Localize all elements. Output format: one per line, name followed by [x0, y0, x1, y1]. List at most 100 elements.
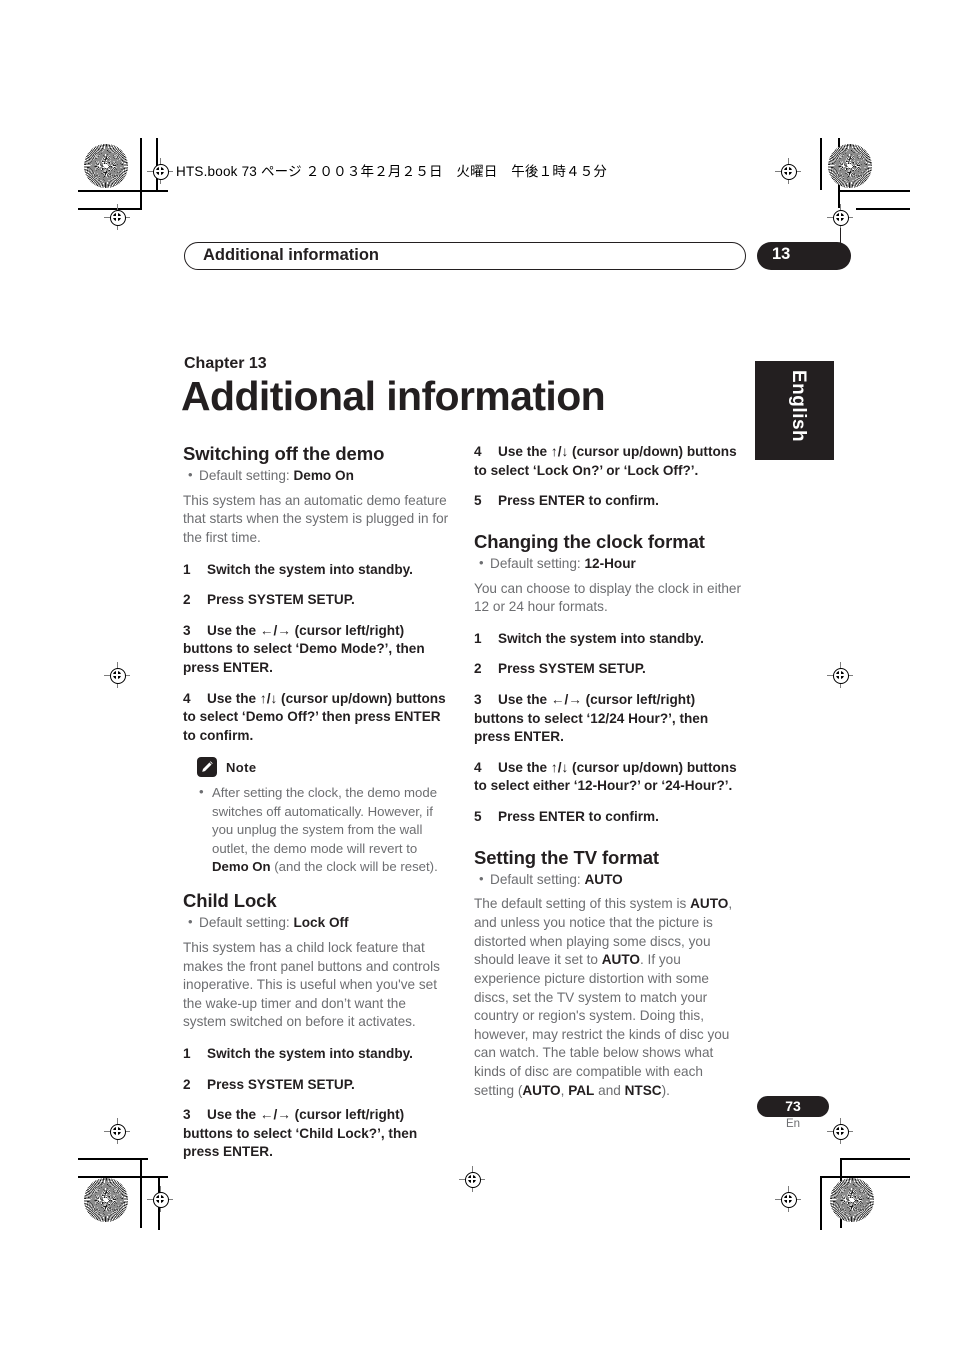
registration-mark-bottom-center: [459, 1166, 485, 1192]
note-header: Note: [197, 757, 451, 778]
default-setting-demo: Default setting: Demo On: [183, 466, 451, 485]
page-title: Additional information: [181, 373, 606, 419]
step-number: 4: [474, 759, 482, 775]
pencil-icon: [197, 757, 217, 778]
note-label: Note: [226, 759, 257, 775]
step-item: 3 Use the ←/→ (cursor left/right) buttons…: [183, 1106, 451, 1162]
default-setting-value: Demo On: [293, 467, 354, 483]
chapter-number-value: 13: [772, 245, 791, 263]
step-item: 5 Press ENTER to confirm.: [474, 808, 742, 827]
step-number: 4: [474, 444, 482, 459]
step-item: 1 Switch the system into standby.: [474, 630, 742, 649]
default-setting-value: Lock Off: [293, 915, 349, 931]
cursor-up-down-arrow-icon: ↑/↓: [259, 690, 278, 706]
step-text-pre: Use the: [207, 1107, 260, 1123]
page-number-value: 73: [785, 1098, 801, 1114]
registration-starburst-bottom-right: [830, 1178, 874, 1222]
default-setting-label: Default setting:: [199, 915, 294, 931]
cursor-up-down-arrow-icon: ↑/↓: [550, 759, 569, 775]
section-heading-setting-the-tv-format: Setting the TV format: [474, 846, 659, 868]
tv-para-j: NTSC: [624, 1082, 662, 1098]
step-text-pre: Use the: [498, 692, 551, 708]
registration-starburst-bottom-left: [84, 1178, 128, 1222]
step-number: 1: [183, 561, 191, 577]
default-setting-label: Default setting:: [199, 467, 294, 483]
registration-mark-bottom-left: [147, 1186, 173, 1212]
step-item: 2 Press SYSTEM SETUP.: [474, 660, 742, 679]
section-intro-child-lock: This system has a child lock feature tha…: [183, 939, 440, 1030]
section-intro-clock-format: You can choose to display the clock in e…: [474, 580, 742, 615]
step-item: 2 Press SYSTEM SETUP.: [183, 1076, 451, 1095]
step-number: 3: [474, 692, 482, 708]
step-item: 5 Press ENTER to confirm.: [474, 492, 742, 511]
language-side-tab-label: English: [788, 370, 809, 443]
page-language-code: En: [785, 1118, 801, 1130]
chapter-number-badge: 13: [757, 242, 851, 270]
step-number: 5: [474, 809, 482, 825]
default-setting-clock-format: Default setting: 12-Hour: [474, 554, 742, 573]
registration-mark-top-left: [147, 158, 173, 184]
step-text: Press SYSTEM SETUP.: [498, 661, 646, 677]
section-intro-demo: This system has an automatic demo featur…: [183, 492, 449, 545]
section-intro-tv-format: The default setting of this system is AU…: [474, 895, 742, 1100]
step-item: 4 Use the ↑/↓ (cursor up/down) buttons to…: [474, 759, 742, 796]
chapter-badge-tick: [840, 228, 842, 262]
step-text: Press SYSTEM SETUP.: [207, 592, 355, 608]
step-text: Switch the system into standby.: [498, 630, 704, 646]
step-number: 1: [183, 1046, 191, 1061]
note-text: After setting the clock, the demo mode s…: [197, 783, 451, 876]
step-text: Press ENTER to confirm.: [498, 493, 659, 509]
left-column: Switching off the demo Default setting: …: [183, 443, 451, 1174]
step-text: Press SYSTEM SETUP.: [207, 1076, 355, 1092]
cursor-up-down-arrow-icon: ↑/↓: [550, 444, 569, 459]
step-item: 3 Use the ←/→ (cursor left/right) buttons…: [183, 622, 451, 678]
registration-mark-right-upper: [827, 204, 853, 230]
note-text-bold: Demo On: [212, 858, 271, 874]
default-setting-child-lock: Default setting: Lock Off: [183, 913, 451, 932]
step-number: 2: [183, 592, 191, 608]
step-text-pre: Use the: [207, 622, 260, 638]
chapter-label: Chapter 13: [184, 355, 267, 372]
note-box: Note After setting the clock, the demo m…: [183, 757, 451, 876]
step-number: 2: [183, 1076, 191, 1092]
default-setting-tv-format: Default setting: AUTO: [474, 870, 742, 889]
step-number: 3: [183, 622, 191, 638]
tv-para-f: AUTO: [522, 1082, 561, 1098]
step-text: Switch the system into standby.: [207, 561, 413, 577]
running-head-pill: Additional information: [184, 242, 746, 270]
step-text-pre: Use the: [498, 444, 551, 459]
step-item: 1 Switch the system into standby.: [183, 1045, 451, 1064]
step-number: 2: [474, 661, 482, 677]
section-heading-changing-the-clock-format: Changing the clock format: [474, 530, 705, 552]
step-item: 3 Use the ←/→ (cursor left/right) buttons…: [474, 691, 742, 747]
step-item: 1 Switch the system into standby.: [183, 561, 451, 580]
step-item: 2 Press SYSTEM SETUP.: [183, 591, 451, 610]
language-side-tab: English: [755, 361, 834, 460]
step-number: 4: [183, 690, 191, 706]
note-text-part1: After setting the clock, the demo mode s…: [212, 785, 438, 856]
step-text-pre: Use the: [498, 759, 551, 775]
right-column: 4 Use the ↑/↓ (cursor up/down) buttons to…: [474, 443, 742, 1113]
tv-para-h: PAL: [568, 1082, 595, 1098]
tv-para-a: The default setting of this system is: [474, 896, 691, 912]
step-item: 4 Use the ↑/↓ (cursor up/down) buttons to…: [183, 690, 451, 746]
registration-starburst-top-right: [828, 144, 872, 188]
step-item: 4 Use the ↑/↓ (cursor up/down) buttons to…: [474, 443, 742, 480]
cursor-left-right-arrow-icon: ←/→: [259, 1107, 291, 1123]
default-setting-value: AUTO: [584, 871, 623, 887]
step-text: Press ENTER to confirm.: [498, 809, 659, 825]
tv-para-b: AUTO: [690, 896, 729, 912]
registration-mark-top-right: [775, 158, 801, 184]
registration-mark-right-lower: [827, 1118, 853, 1144]
cursor-left-right-arrow-icon: ←/→: [259, 622, 291, 638]
default-setting-value: 12-Hour: [584, 555, 636, 571]
registration-mark-left-middle: [104, 662, 130, 688]
default-setting-label: Default setting:: [490, 871, 585, 887]
note-text-part2: (and the clock will be reset).: [270, 858, 438, 874]
step-number: 3: [183, 1107, 191, 1123]
default-setting-label: Default setting:: [490, 555, 585, 571]
print-filename-line: HTS.book 73 ページ ２００３年２月２５日 火曜日 午後１時４５分: [176, 164, 608, 179]
tv-para-e: . If you experience picture distortion w…: [474, 952, 730, 1098]
tv-para-k: ).: [661, 1082, 670, 1098]
step-number: 5: [474, 493, 482, 509]
